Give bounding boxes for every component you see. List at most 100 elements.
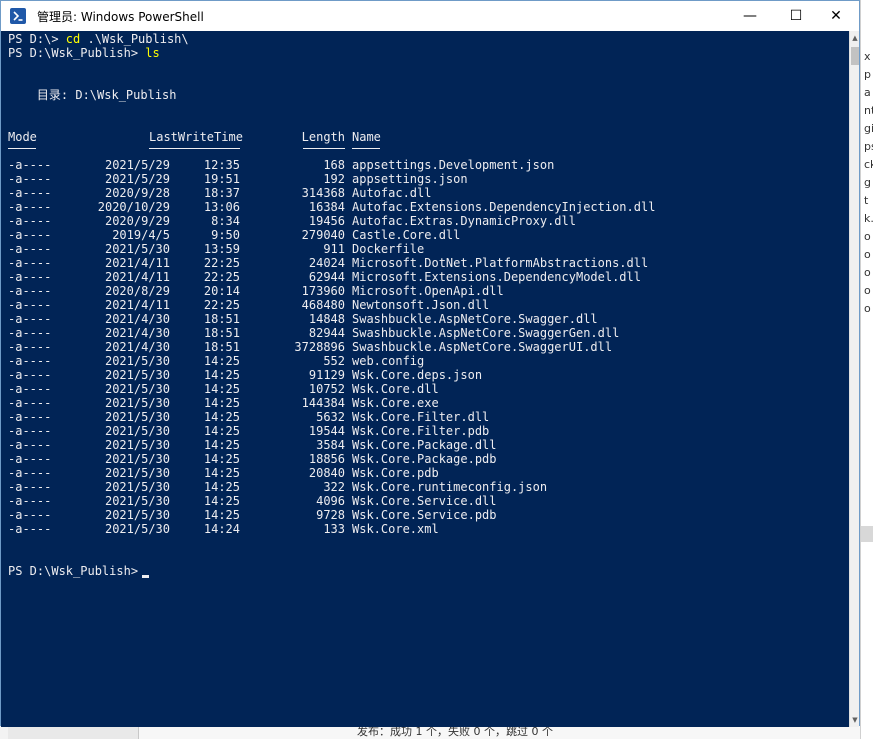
file-name: Wsk.Core.dll xyxy=(352,382,439,396)
file-name: Microsoft.Extensions.DependencyModel.dll xyxy=(352,270,641,284)
file-mode: -a---- xyxy=(8,410,52,424)
file-name: Wsk.Core.runtimeconfig.json xyxy=(352,480,548,494)
file-length: 314368 xyxy=(301,186,345,200)
file-length: 62944 xyxy=(308,270,345,284)
header-mode: Mode xyxy=(8,130,37,144)
file-time: 14:25 xyxy=(203,396,240,410)
header-length: Length xyxy=(301,130,345,144)
minimize-button[interactable]: — xyxy=(727,1,773,31)
file-name: appsettings.Development.json xyxy=(352,158,555,172)
window-title: 管理员: Windows PowerShell xyxy=(37,10,204,24)
file-date: 2021/5/30 xyxy=(104,242,170,256)
file-date: 2021/5/30 xyxy=(104,452,170,466)
file-mode: -a---- xyxy=(8,354,52,368)
file-mode: -a---- xyxy=(8,312,52,326)
file-time: 14:25 xyxy=(203,354,240,368)
file-name: Microsoft.OpenApi.dll xyxy=(352,284,504,298)
maximize-icon: ☐ xyxy=(789,8,803,24)
file-date: 2021/4/30 xyxy=(104,326,170,340)
text-cursor xyxy=(142,575,149,578)
command-line-cd: PS D:\> cd .\Wsk_Publish\ xyxy=(8,32,189,46)
background-text-fragment: nt xyxy=(864,104,873,117)
file-name: Newtonsoft.Json.dll xyxy=(352,298,490,312)
minimize-icon: — xyxy=(743,8,757,24)
scroll-up-icon[interactable]: ▲ xyxy=(850,31,860,45)
file-time: 14:25 xyxy=(203,480,240,494)
file-date: 2021/4/11 xyxy=(104,270,170,284)
background-text-fragment: gi xyxy=(864,122,873,135)
header-underline xyxy=(303,148,345,149)
file-time: 14:25 xyxy=(203,410,240,424)
file-mode: -a---- xyxy=(8,368,52,382)
background-text-fragment: a xyxy=(864,86,871,99)
file-date: 2020/9/29 xyxy=(104,214,170,228)
background-text-fragment: ps xyxy=(864,140,873,153)
file-length: 24024 xyxy=(308,256,345,270)
file-mode: -a---- xyxy=(8,326,52,340)
file-length: 173960 xyxy=(301,284,345,298)
file-time: 14:25 xyxy=(203,438,240,452)
file-time: 14:25 xyxy=(203,508,240,522)
command-text: cd xyxy=(65,32,81,46)
file-time: 12:35 xyxy=(203,158,240,172)
file-mode: -a---- xyxy=(8,452,52,466)
file-time: 14:25 xyxy=(203,424,240,438)
scroll-down-icon[interactable]: ▼ xyxy=(850,713,860,727)
file-time: 18:51 xyxy=(203,326,240,340)
file-date: 2021/4/30 xyxy=(104,312,170,326)
file-mode: -a---- xyxy=(8,508,52,522)
header-underline xyxy=(149,148,240,149)
scroll-thumb[interactable] xyxy=(851,47,859,65)
file-date: 2021/5/30 xyxy=(104,480,170,494)
file-length: 4096 xyxy=(316,494,345,508)
header-underline xyxy=(8,148,36,149)
powershell-icon[interactable] xyxy=(10,8,26,24)
vertical-scrollbar[interactable]: ▲ ▼ xyxy=(849,31,859,727)
background-text-fragment: k. xyxy=(864,212,873,225)
directory-label: 目录: D:\Wsk_Publish xyxy=(8,88,177,102)
file-length: 19456 xyxy=(308,214,345,228)
file-mode: -a---- xyxy=(8,228,52,242)
file-name: Wsk.Core.Filter.dll xyxy=(352,410,490,424)
file-date: 2021/5/30 xyxy=(104,382,170,396)
background-text-fragment: g xyxy=(864,176,871,189)
file-mode: -a---- xyxy=(8,396,52,410)
file-mode: -a---- xyxy=(8,494,52,508)
file-date: 2021/5/29 xyxy=(104,158,170,172)
file-length: 468480 xyxy=(301,298,345,312)
close-button[interactable]: ✕ xyxy=(813,1,859,31)
file-length: 168 xyxy=(323,158,345,172)
file-date: 2021/5/30 xyxy=(104,508,170,522)
file-length: 322 xyxy=(323,480,345,494)
title-bar[interactable]: 管理员: Windows PowerShell — ☐ ✕ xyxy=(1,1,859,31)
command-line-ls: PS D:\Wsk_Publish> ls xyxy=(8,46,160,60)
background-window-bottom-edge: 发布：成功 1 个，失败 0 个，跳过 0 个 xyxy=(8,726,860,739)
background-highlight-band xyxy=(861,526,873,542)
file-length: 16384 xyxy=(308,200,345,214)
file-time: 22:25 xyxy=(203,298,240,312)
file-time: 14:25 xyxy=(203,466,240,480)
file-date: 2021/5/29 xyxy=(104,172,170,186)
file-name: Swashbuckle.AspNetCore.SwaggerUI.dll xyxy=(352,340,613,354)
file-time: 8:34 xyxy=(211,214,240,228)
file-name: Wsk.Core.Filter.pdb xyxy=(352,424,490,438)
file-date: 2019/4/5 xyxy=(112,228,170,242)
console-output[interactable]: PS D:\> cd .\Wsk_Publish\ PS D:\Wsk_Publ… xyxy=(1,31,849,727)
final-prompt: PS D:\Wsk_Publish> xyxy=(8,564,146,578)
file-date: 2021/5/30 xyxy=(104,396,170,410)
file-time: 14:24 xyxy=(203,522,240,536)
background-text-fragment: t xyxy=(864,194,869,207)
header-underline xyxy=(352,148,380,149)
file-name: Wsk.Core.Package.pdb xyxy=(352,452,497,466)
file-length: 82944 xyxy=(308,326,345,340)
file-name: Autofac.Extras.DynamicProxy.dll xyxy=(352,214,576,228)
file-length: 14848 xyxy=(308,312,345,326)
header-lastwritetime: LastWriteTime xyxy=(149,130,243,144)
file-length: 19544 xyxy=(308,424,345,438)
file-date: 2021/5/30 xyxy=(104,494,170,508)
file-mode: -a---- xyxy=(8,270,52,284)
file-length: 279040 xyxy=(301,228,345,242)
file-length: 18856 xyxy=(308,452,345,466)
file-time: 9:50 xyxy=(211,228,240,242)
file-name: Wsk.Core.Service.dll xyxy=(352,494,497,508)
